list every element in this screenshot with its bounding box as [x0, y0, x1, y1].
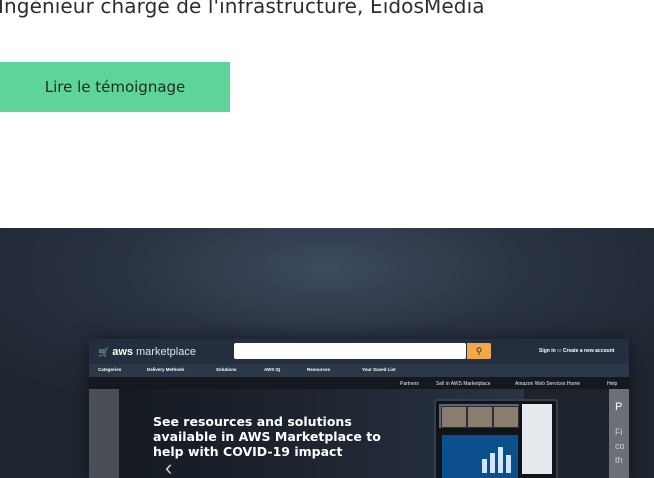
video-call-grid — [439, 404, 519, 428]
chart-bar — [482, 459, 487, 473]
create-account-link: Create a new account — [562, 348, 615, 354]
banner-headline: See resources and solutions available in… — [153, 414, 381, 459]
chart-bar — [498, 447, 503, 473]
right-card-line: th — [615, 455, 623, 465]
laptop-illustration — [434, 399, 558, 478]
subnav-partners: Partners — [400, 381, 419, 387]
marketplace-nav: Categories Delivery Methods Solutions AW… — [89, 364, 629, 377]
marketplace-subnav: Partners Sell in AWS Marketplace Amazon … — [89, 377, 629, 389]
subnav-aws-home: Amazon Web Services Home — [515, 381, 581, 387]
chevron-left-icon: ‹ — [165, 455, 173, 478]
search-input — [234, 343, 466, 359]
testimonial-subtitle: Ingénieur chargé de l'infrastructure, Ei… — [0, 0, 485, 18]
right-card-title: P — [615, 401, 623, 413]
marketplace-header: 🛒 aws marketplace ⚲ Sign in or Create a … — [89, 339, 629, 364]
carousel-left-edge — [89, 389, 119, 478]
chart-bar — [506, 455, 511, 473]
search-button: ⚲ — [467, 343, 491, 359]
nav-delivery-methods: Delivery Methods — [147, 367, 185, 372]
video-tile — [441, 406, 467, 428]
read-testimonial-button[interactable]: Lire le témoignage — [0, 62, 230, 112]
carousel-right-card: P Fi co th — [609, 389, 629, 478]
aws-marketplace-logo: 🛒 aws marketplace — [98, 346, 196, 358]
or-text: or — [557, 348, 562, 354]
video-tile — [493, 406, 519, 428]
nav-saved-list: Your Saved List — [362, 367, 396, 372]
right-card-line: Fi — [615, 427, 623, 437]
video-tile — [467, 406, 493, 428]
subnav-sell: Sell in AWS Marketplace — [436, 381, 491, 387]
logo-aws: aws — [112, 346, 134, 358]
signin-link: Sign in — [539, 348, 556, 354]
logo-marketplace: marketplace — [136, 346, 196, 358]
right-card-line: co — [615, 441, 625, 451]
chart-bar — [490, 453, 495, 473]
subnav-help: Help — [607, 381, 618, 387]
nav-categories: Categories — [98, 367, 122, 372]
cart-icon: 🛒 — [98, 346, 110, 357]
nav-solutions: Solutions — [216, 367, 237, 372]
hero-image: 🛒 aws marketplace ⚲ Sign in or Create a … — [0, 228, 654, 478]
laptop-side-panel — [522, 404, 552, 474]
search-icon: ⚲ — [475, 345, 483, 356]
signin-links: Sign in or Create a new account — [539, 348, 614, 354]
laptop-chart — [442, 435, 518, 478]
nav-resources: Resources — [307, 367, 331, 372]
nav-aws-iq: AWS IQ — [264, 367, 281, 372]
marketplace-screenshot: 🛒 aws marketplace ⚲ Sign in or Create a … — [89, 339, 629, 478]
